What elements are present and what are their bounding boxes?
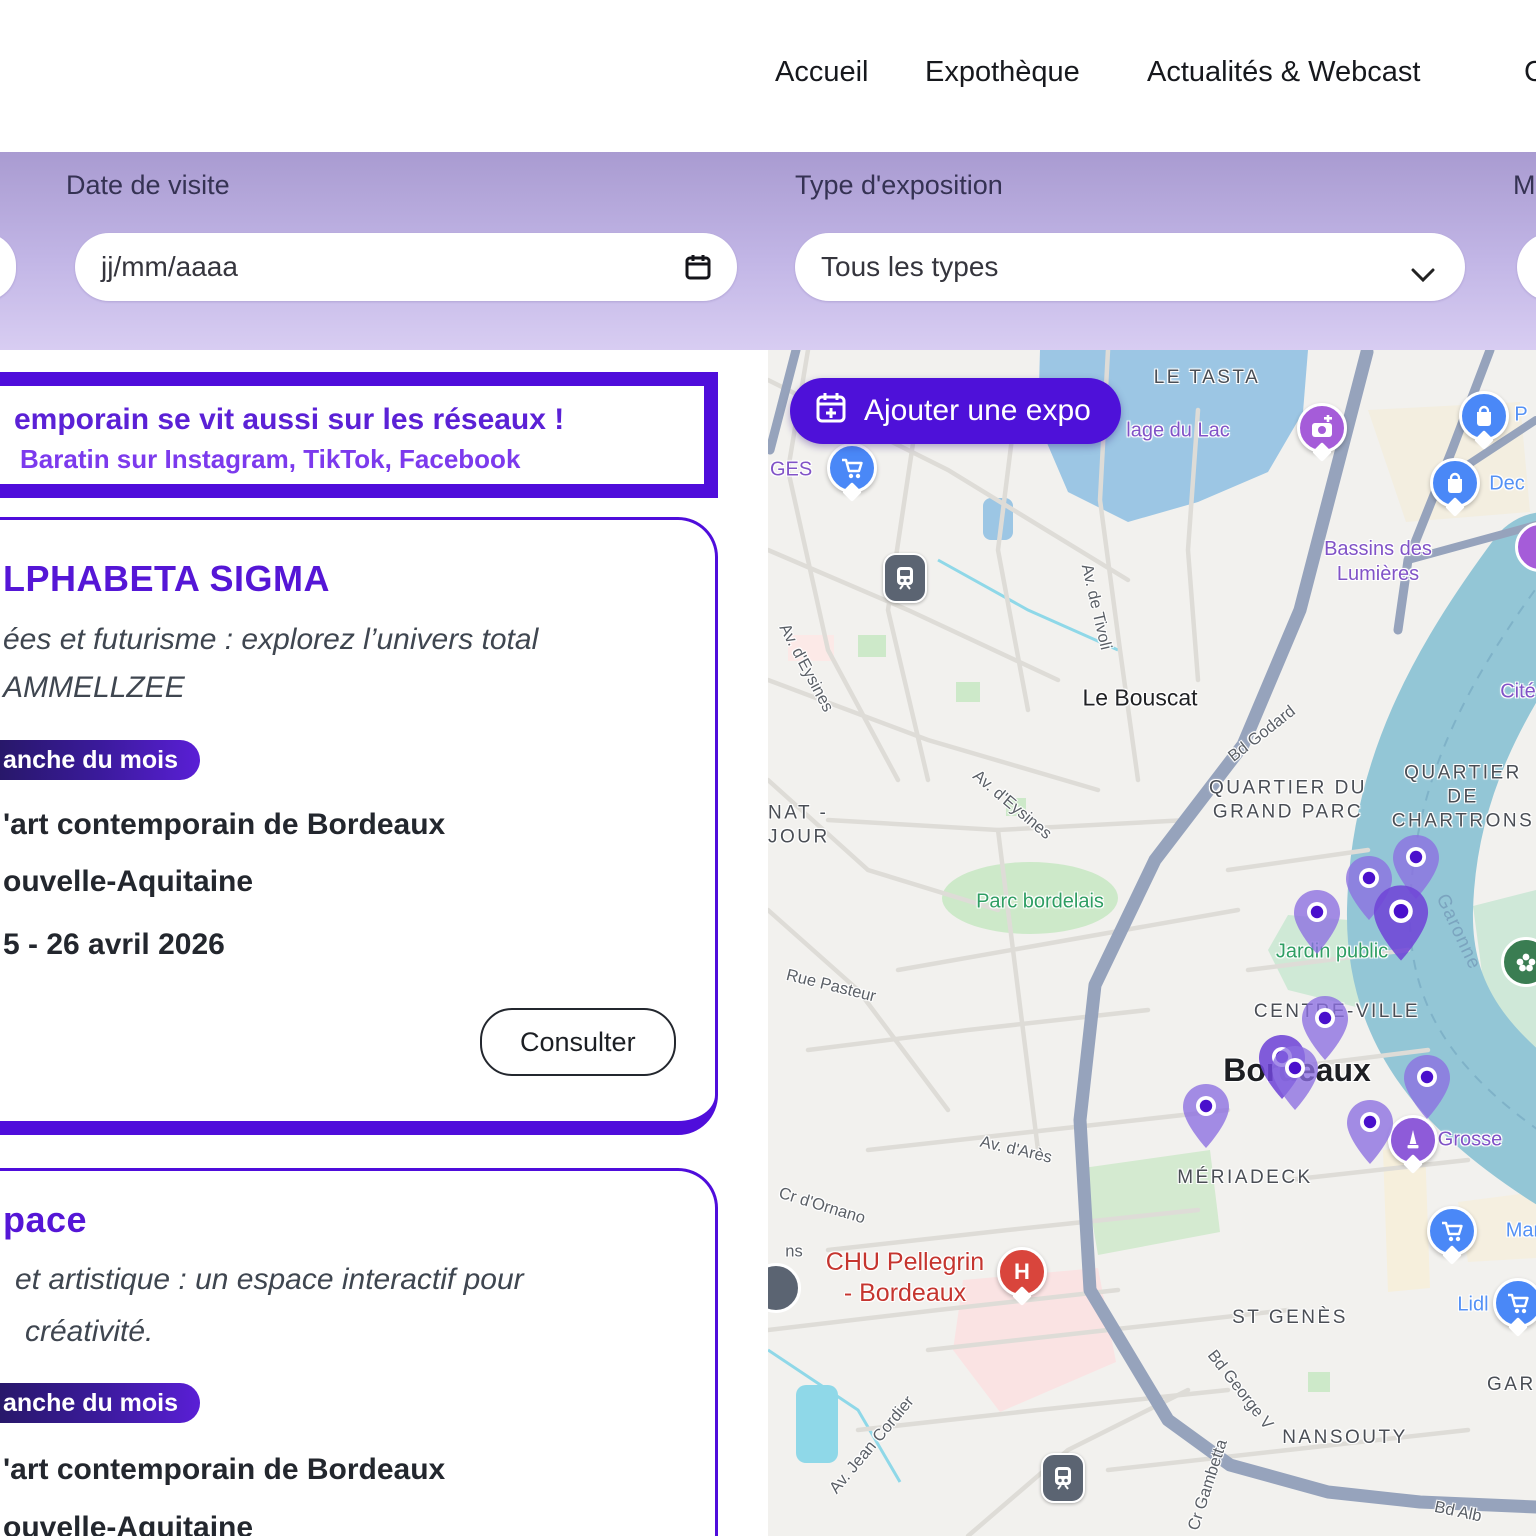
type-filter-label: Type d'exposition xyxy=(795,170,1003,201)
train-station-icon[interactable] xyxy=(883,553,927,603)
train-station-icon[interactable] xyxy=(1041,1453,1085,1503)
page: { "nav": { "items": [ {"label": "Accueil… xyxy=(0,0,1536,1536)
expo-card-desc-line2: AMMELLZEE xyxy=(3,671,185,705)
calendar-plus-icon xyxy=(814,390,848,432)
expo-card-badge: anche du mois xyxy=(0,740,200,780)
type-select[interactable]: Tous les types xyxy=(795,233,1465,301)
expo-card-desc-line2: créativité. xyxy=(25,1315,153,1349)
expo-card-alphabeta-sigma[interactable]: LPHABETA SIGMA ées et futurisme : explor… xyxy=(0,517,718,1135)
expo-pin[interactable] xyxy=(1400,1053,1454,1126)
shopping-bag-marker[interactable] xyxy=(1430,458,1480,508)
nav-contact-partial[interactable]: C xyxy=(1524,56,1536,89)
add-expo-button[interactable]: Ajouter une expo xyxy=(790,378,1121,444)
expo-card-venue: 'art contemporain de Bordeaux xyxy=(3,1453,445,1487)
supermarket-marker[interactable] xyxy=(1427,1206,1477,1256)
nav-accueil[interactable]: Accueil xyxy=(775,56,869,89)
exhibitions-panel: emporain se vit aussi sur les réseaux ! … xyxy=(0,350,768,1536)
date-placeholder: jj/mm/aaaa xyxy=(75,251,238,283)
map[interactable]: LE TASTA lage du Lac GES Bassins des Lum… xyxy=(768,350,1536,1536)
expo-pin[interactable] xyxy=(1290,888,1344,961)
expo-card-dates: 5 - 26 avril 2026 xyxy=(3,928,225,962)
supermarket-marker[interactable] xyxy=(1493,1278,1536,1328)
partial-right-input[interactable] xyxy=(1517,233,1536,301)
date-input[interactable]: jj/mm/aaaa xyxy=(75,233,737,301)
expo-pin[interactable] xyxy=(1179,1082,1233,1155)
consulter-button[interactable]: Consulter xyxy=(480,1008,676,1076)
expo-card-desc-line1: et artistique : un espace interactif pou… xyxy=(15,1263,524,1297)
top-bar: Accueil Expothèque Actualités & Webcast … xyxy=(0,0,1536,152)
social-banner-title: emporain se vit aussi sur les réseaux ! xyxy=(14,403,564,437)
calendar-icon[interactable] xyxy=(683,252,713,289)
expo-card-region: ouvelle-Aquitaine xyxy=(3,865,253,899)
date-filter-label: Date de visite xyxy=(66,170,230,201)
expo-pin[interactable] xyxy=(1268,1044,1322,1117)
expo-card-espace[interactable]: pace et artistique : un espace interacti… xyxy=(0,1168,718,1536)
filter-bar: Date de visite Type d'exposition M jj/mm… xyxy=(0,152,1536,350)
expo-card-title: pace xyxy=(3,1199,87,1241)
chevron-down-icon xyxy=(1411,259,1435,291)
nav-expotheque[interactable]: Expothèque xyxy=(925,56,1080,89)
hospital-marker[interactable]: H xyxy=(997,1247,1047,1297)
partial-filter-label: M xyxy=(1513,170,1536,201)
social-banner-subtitle: Baratin sur Instagram, TikTok, Facebook xyxy=(20,444,520,475)
expo-pin[interactable] xyxy=(1369,883,1433,968)
supermarket-marker[interactable] xyxy=(827,443,877,493)
expo-card-venue: 'art contemporain de Bordeaux xyxy=(3,808,445,842)
type-select-value: Tous les types xyxy=(795,251,998,283)
expo-card-region: ouvelle-Aquitaine xyxy=(3,1511,253,1536)
social-banner: emporain se vit aussi sur les réseaux ! … xyxy=(0,372,718,498)
expo-card-badge: anche du mois xyxy=(0,1383,200,1423)
add-expo-label: Ajouter une expo xyxy=(864,394,1091,428)
photo-spot-marker[interactable] xyxy=(1297,403,1347,453)
expo-card-title: LPHABETA SIGMA xyxy=(3,558,330,600)
nav-actualites-webcast[interactable]: Actualités & Webcast xyxy=(1147,56,1420,89)
expo-card-desc-line1: ées et futurisme : explorez l’univers to… xyxy=(3,623,538,657)
shopping-bag-marker[interactable] xyxy=(1459,391,1509,441)
partial-left-input[interactable] xyxy=(0,233,16,301)
expo-pin[interactable] xyxy=(1343,1098,1397,1171)
